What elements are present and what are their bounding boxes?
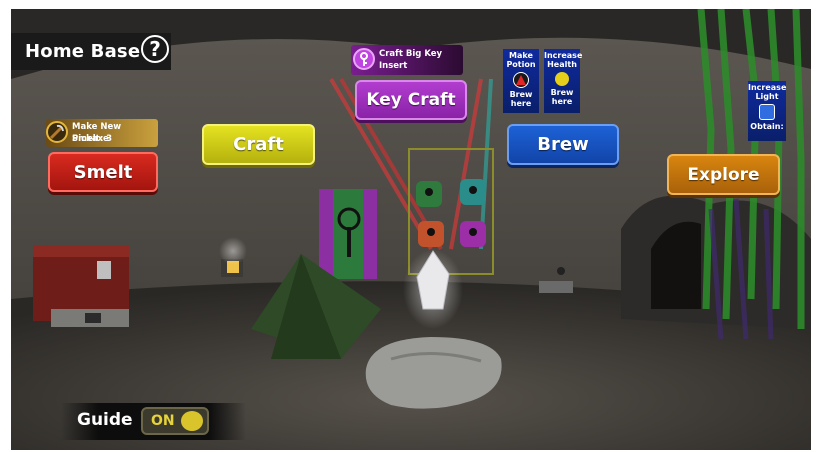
banner-text: here — [551, 97, 573, 106]
smelt-button[interactable]: Smelt — [48, 152, 158, 192]
banner-text: Increase — [544, 51, 583, 60]
big-key-tooltip-instruction: Insert — [379, 61, 408, 71]
health-banner: Increase Health Brew here — [544, 49, 583, 113]
help-icon[interactable]: ? — [141, 35, 169, 63]
banner-text: Potion — [506, 60, 536, 69]
lantern-icon — [759, 104, 775, 120]
big-key-tooltip: Craft Big Key Insert — [351, 45, 463, 75]
brew-button[interactable]: Brew — [507, 124, 619, 165]
pickaxe-tooltip: Make New Pickaxe Smelt: 3 — [46, 119, 158, 147]
pickaxe-icon — [46, 121, 68, 143]
banner-text: Brew — [509, 90, 533, 99]
banner-text: here — [510, 99, 532, 108]
page-title: Home Base — [25, 41, 141, 62]
key-icon — [353, 48, 375, 70]
guide-label: Guide — [77, 410, 133, 430]
banner-text: Obtain: — [750, 122, 784, 131]
potion-banner: Make Potion Brew here — [503, 49, 539, 113]
explore-button[interactable]: Explore — [667, 154, 780, 195]
pickaxe-tooltip-cost: Smelt: 3 — [72, 134, 112, 144]
toggle-knob — [181, 411, 203, 431]
banner-text: Health — [547, 60, 577, 69]
banner-text: Make — [509, 51, 533, 60]
guide-toggle-state: ON — [151, 413, 175, 429]
big-key-tooltip-title: Craft Big Key — [379, 49, 443, 59]
cave-scene — [11, 9, 811, 450]
flask-icon — [513, 72, 529, 88]
light-banner: Increase Light Obtain: — [748, 81, 786, 141]
banner-text: Brew — [550, 88, 574, 97]
game-viewport: Home Base ? Make New Pickaxe Smelt: 3 Cr… — [11, 9, 811, 450]
bulb-icon — [555, 72, 569, 86]
banner-text: Light — [755, 92, 779, 101]
guide-toggle[interactable]: ON — [141, 407, 209, 435]
banner-text: Increase — [748, 83, 787, 92]
key-craft-button[interactable]: Key Craft — [355, 80, 467, 120]
craft-button[interactable]: Craft — [202, 124, 315, 165]
